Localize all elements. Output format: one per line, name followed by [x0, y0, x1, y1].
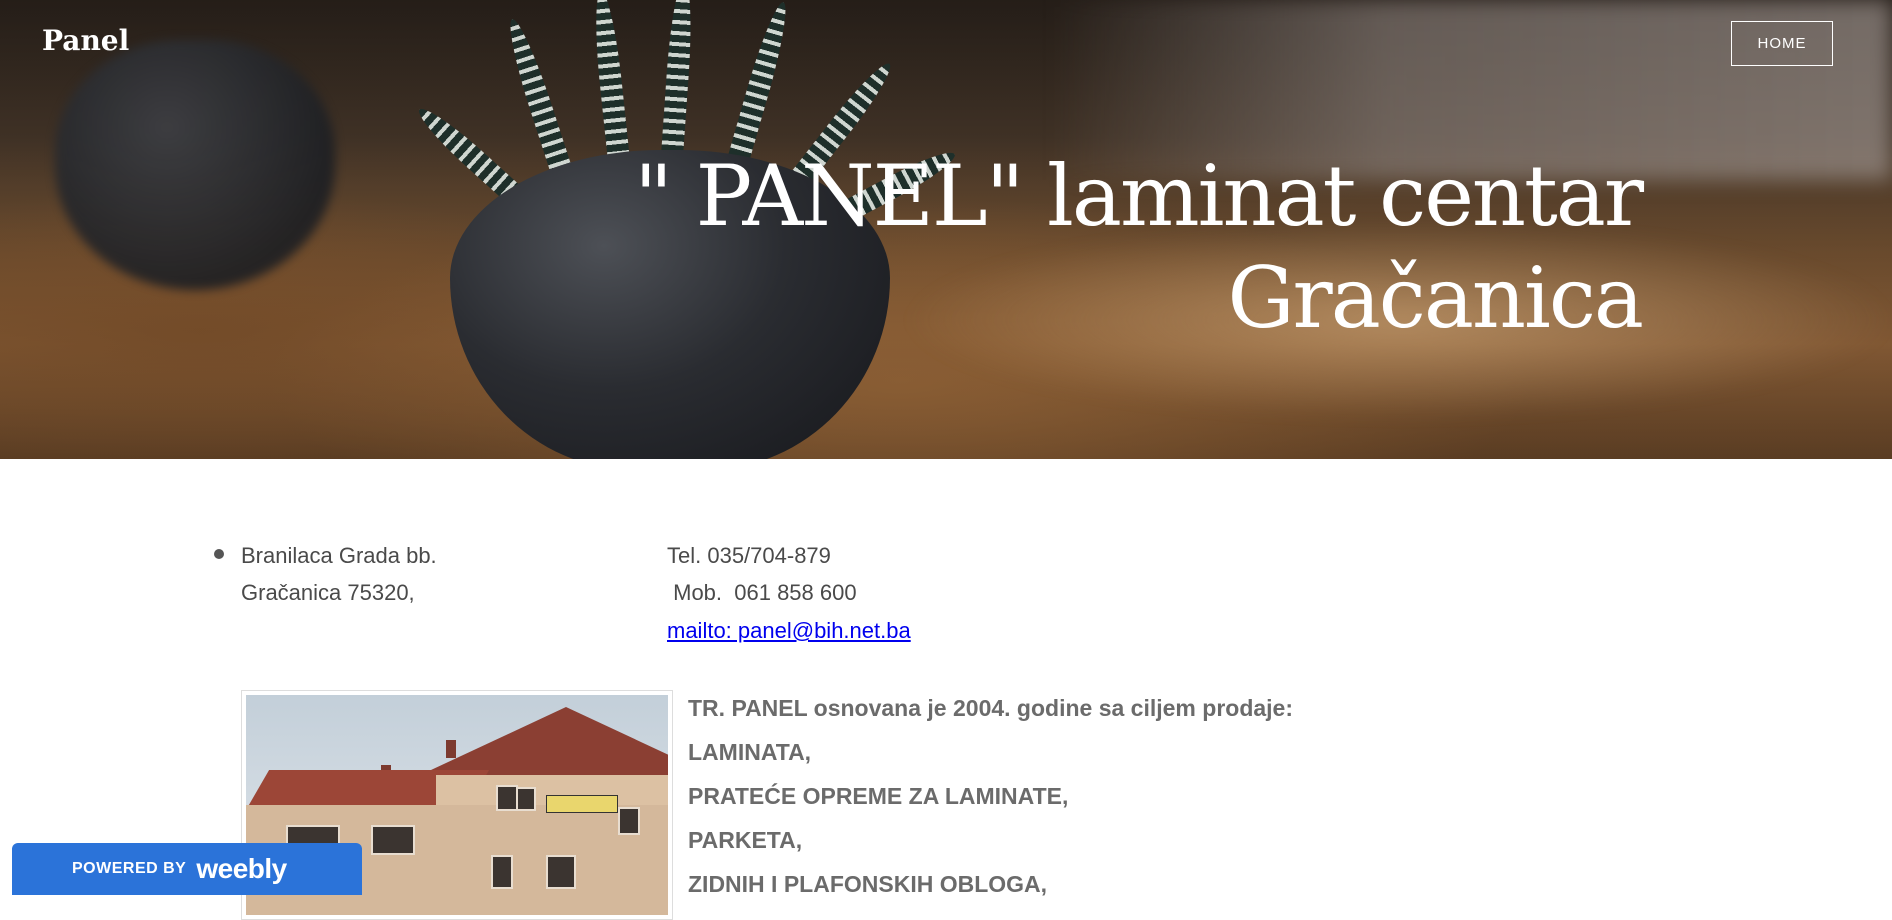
background-plant-pot [55, 40, 335, 290]
main-content: Branilaca Grada bb. Gračanica 75320, Tel… [0, 459, 1892, 920]
description-line: ZIDNIH I PLAFONSKIH OBLOGA, [688, 871, 1048, 897]
site-brand[interactable]: Panel [42, 24, 129, 57]
mobile-number: Mob. 061 858 600 [667, 580, 857, 605]
address-line-2: Gračanica 75320, [241, 580, 415, 605]
nav-home-button[interactable]: HOME [1731, 21, 1833, 66]
contact-block: Tel. 035/704-879 Mob. 061 858 600 mailto… [667, 537, 911, 649]
company-description: TR. PANEL osnovana je 2004. godine sa ci… [688, 686, 1293, 906]
description-line: LAMINATA, [688, 739, 812, 765]
window [618, 807, 640, 835]
hero-title-line-1: " PANEL" laminat centar [634, 147, 1644, 245]
window [516, 787, 536, 811]
phone-number: Tel. 035/704-879 [667, 543, 831, 568]
description-line: PARKETA, [688, 827, 803, 853]
description-line: PRATEĆE OPREME ZA LAMINATE, [688, 783, 1069, 809]
hero-title: " PANEL" laminat centar Gračanica [542, 145, 1644, 349]
hero-title-line-2: Gračanica [1227, 249, 1644, 347]
hero-banner: Panel HOME " PANEL" laminat centar Grača… [0, 0, 1892, 459]
window [496, 785, 518, 811]
window [546, 855, 576, 889]
window [491, 855, 513, 889]
powered-by-weebly-badge[interactable]: POWERED BY weebly [12, 843, 362, 895]
roof [416, 707, 668, 777]
address-line-1: Branilaca Grada bb. [241, 543, 437, 568]
powered-by-label: POWERED BY [72, 860, 187, 877]
list-bullet [214, 549, 224, 559]
weebly-logo: weebly [196, 853, 287, 884]
email-link[interactable]: mailto: panel@bih.net.ba [667, 612, 911, 649]
address-block: Branilaca Grada bb. Gračanica 75320, [241, 537, 437, 611]
description-line: TR. PANEL osnovana je 2004. godine sa ci… [688, 695, 1293, 721]
store-sign [546, 795, 618, 813]
window [371, 825, 415, 855]
